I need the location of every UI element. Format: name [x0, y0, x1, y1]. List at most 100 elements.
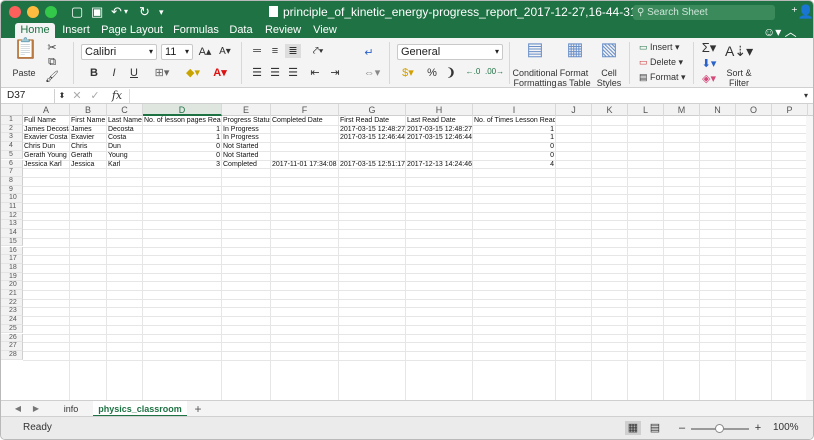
search-sheet-input[interactable]: ⚲ Search Sheet — [633, 5, 775, 20]
row-header[interactable]: 9 — [1, 185, 23, 195]
table-cell[interactable]: 2017-03-15 12:48:27 — [406, 125, 472, 134]
merge-center-icon[interactable]: ⇔▾ — [361, 66, 383, 80]
increase-indent-icon[interactable]: ⇥ — [327, 66, 343, 80]
save-icon[interactable]: ▣ — [91, 4, 103, 20]
table-cell[interactable]: Jessica — [70, 160, 106, 169]
align-top-icon[interactable]: ═ — [249, 44, 265, 58]
accounting-format-icon[interactable]: $▾ — [397, 66, 419, 80]
font-size-select[interactable]: 11 ▾ — [161, 44, 193, 60]
bold-button[interactable]: B — [87, 66, 101, 80]
row-header[interactable]: 27 — [1, 342, 23, 351]
sort-filter-label[interactable]: Sort & Filter — [723, 68, 755, 88]
table-cell[interactable]: 1 — [473, 125, 555, 134]
undo-icon[interactable]: ↶ — [111, 4, 122, 20]
row-header[interactable]: 28 — [1, 350, 23, 360]
borders-icon[interactable]: ⊞▾ — [151, 66, 173, 80]
spreadsheet-grid[interactable]: A B C D E F G H I J K L M N O P 12345678… — [1, 104, 813, 400]
zoom-in-icon[interactable]: + — [753, 421, 763, 435]
orientation-icon[interactable]: ⤤▾ — [307, 44, 329, 58]
table-cell[interactable]: James Decosta — [23, 125, 69, 134]
row-header[interactable]: 24 — [1, 316, 23, 325]
tab-home[interactable]: Home — [15, 23, 55, 38]
clear-icon[interactable]: ◈▾ — [699, 72, 719, 86]
expand-formula-bar-icon[interactable]: ▾ — [801, 89, 811, 103]
align-middle-icon[interactable]: ≡ — [267, 44, 283, 58]
table-header-cell[interactable]: Last Name — [107, 116, 142, 125]
column-header-o[interactable]: O — [736, 104, 772, 116]
table-cell[interactable]: Not Started — [222, 151, 270, 160]
table-cell[interactable]: Gerath Young — [23, 151, 69, 160]
tab-insert[interactable]: Insert — [59, 23, 93, 38]
italic-button[interactable]: I — [107, 66, 121, 80]
column-header-g[interactable]: G — [339, 104, 406, 116]
paste-clipboard-icon[interactable]: 📋 — [13, 39, 38, 64]
column-header-h[interactable]: H — [406, 104, 473, 116]
customize-toolbar-icon[interactable]: ▾ — [159, 4, 164, 20]
table-cell[interactable]: Not Started — [222, 142, 270, 151]
table-cell[interactable] — [406, 151, 472, 160]
tab-formulas[interactable]: Formulas — [171, 23, 221, 38]
redo-icon[interactable]: ↻ — [139, 4, 150, 20]
format-cells-button[interactable]: ▤ Format ▾ — [639, 72, 686, 83]
row-header[interactable]: 11 — [1, 203, 23, 212]
table-cell[interactable]: 0 — [143, 142, 221, 151]
column-header-d[interactable]: D — [143, 104, 222, 116]
table-cell[interactable] — [339, 151, 405, 160]
table-cell[interactable]: Dun — [107, 142, 142, 151]
sort-filter-icon[interactable]: A⇣▾ — [725, 44, 753, 58]
sheet-tab-physics-classroom[interactable]: physics_classroom — [93, 401, 187, 417]
table-cell[interactable]: 0 — [473, 142, 555, 151]
format-painter-icon[interactable]: 🖌 — [45, 70, 59, 84]
column-header-k[interactable]: K — [592, 104, 628, 116]
table-cell[interactable]: Exavier — [70, 133, 106, 142]
table-cell[interactable] — [271, 142, 338, 151]
row-header[interactable]: 15 — [1, 237, 23, 247]
row-header[interactable]: 12 — [1, 211, 23, 221]
table-cell[interactable] — [339, 142, 405, 151]
next-sheet-icon[interactable]: ▶ — [31, 402, 41, 416]
align-center-icon[interactable]: ☰ — [267, 66, 283, 80]
table-cell[interactable] — [271, 133, 338, 142]
cell-styles-label[interactable]: Cell Styles — [595, 68, 623, 88]
cancel-entry-icon[interactable]: ✕ — [71, 89, 83, 103]
row-header[interactable]: 1 — [1, 116, 23, 125]
font-name-select[interactable]: Calibri ▾ — [81, 44, 157, 60]
cell-styles-icon[interactable]: ▧ — [597, 40, 621, 64]
sidebar-toggle-icon[interactable]: ▢ — [71, 4, 83, 20]
copy-icon[interactable]: ⧉ — [45, 55, 59, 69]
row-header[interactable]: 20 — [1, 281, 23, 290]
row-header[interactable]: 5 — [1, 150, 23, 160]
table-header-cell[interactable]: Last Read Date — [406, 116, 472, 125]
column-header-c[interactable]: C — [107, 104, 143, 116]
row-header[interactable]: 21 — [1, 290, 23, 299]
table-cell[interactable]: 1 — [143, 125, 221, 134]
column-header-l[interactable]: L — [628, 104, 664, 116]
column-header-i[interactable]: I — [473, 104, 556, 116]
vertical-scrollbar[interactable] — [806, 116, 813, 400]
zoom-slider-thumb[interactable] — [715, 424, 724, 433]
column-header-b[interactable]: B — [70, 104, 107, 116]
align-right-icon[interactable]: ☰ — [285, 66, 301, 80]
table-header-cell[interactable]: Completed Date — [271, 116, 338, 125]
minimize-window-button[interactable] — [27, 6, 39, 18]
font-color-button[interactable]: A▾ — [209, 66, 231, 80]
decrease-decimal-icon[interactable]: .00→ — [485, 65, 504, 79]
sheet-tab-info[interactable]: info — [51, 401, 91, 417]
delete-cells-button[interactable]: ▭ Delete ▾ — [639, 57, 683, 68]
normal-view-icon[interactable]: ▦ — [625, 421, 641, 435]
name-box-stepper-icon[interactable]: ⬍ — [57, 89, 67, 103]
add-sheet-icon[interactable]: + — [191, 402, 205, 416]
table-cell[interactable]: 2017-03-15 12:48:27 — [339, 125, 405, 134]
table-cell[interactable]: In Progress — [222, 125, 270, 134]
insert-cells-button[interactable]: ▭ Insert ▾ — [639, 42, 680, 53]
table-cell[interactable]: Completed — [222, 160, 270, 169]
row-header[interactable]: 18 — [1, 263, 23, 273]
table-cell[interactable]: 2017-03-15 12:46:44 — [339, 133, 405, 142]
fill-icon[interactable]: ⬇▾ — [699, 57, 719, 71]
table-header-cell[interactable]: Full Name — [23, 116, 69, 125]
column-header-n[interactable]: N — [700, 104, 736, 116]
conditional-formatting-icon[interactable]: ▤ — [523, 40, 547, 64]
table-cell[interactable]: Decosta — [107, 125, 142, 134]
row-header[interactable]: 19 — [1, 272, 23, 282]
previous-sheet-icon[interactable]: ◀ — [13, 402, 23, 416]
